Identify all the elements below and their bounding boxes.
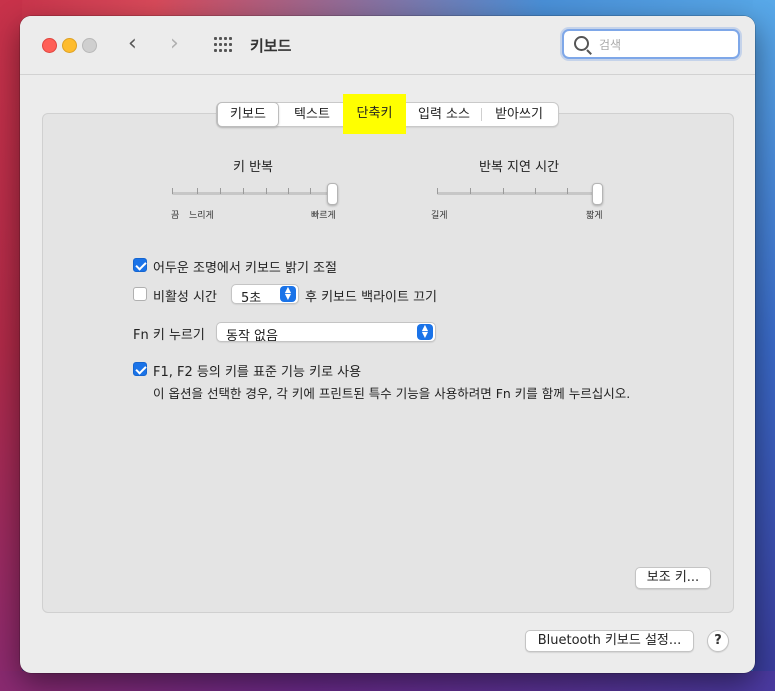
close-button[interactable] bbox=[42, 38, 57, 53]
backlight-time-popup[interactable]: 5초 ▲ ▼ bbox=[231, 284, 299, 306]
backlight-time-value: 5초 bbox=[241, 291, 262, 306]
delay-repeat-title: 반복 지연 시간 bbox=[479, 160, 560, 175]
delay-long-label: 길게 bbox=[431, 211, 448, 221]
function-keys-label: F1, F2 등의 키를 표준 기능 키로 사용 bbox=[153, 365, 362, 380]
slider-tick bbox=[266, 188, 267, 194]
preferences-window: ‹ › 키보드 키보드 텍스트 단축키 입력 소스 받아쓰기 키 반복 끔 느리… bbox=[20, 16, 755, 673]
key-repeat-knob[interactable] bbox=[327, 183, 338, 205]
function-keys-description: 이 옵션을 선택한 경우, 각 키에 프린트된 특수 기능을 사용하려면 Fn … bbox=[153, 386, 631, 401]
delay-short-label: 짧게 bbox=[586, 211, 603, 221]
search-field[interactable] bbox=[562, 29, 740, 59]
delay-repeat-knob[interactable] bbox=[592, 183, 603, 205]
slider-tick bbox=[197, 188, 198, 194]
key-repeat-fast-label: 빠르게 bbox=[311, 211, 336, 221]
tab-dictation[interactable]: 받아쓰기 bbox=[482, 103, 556, 126]
fn-key-popup[interactable]: 동작 없음 ▲ ▼ bbox=[216, 322, 436, 344]
popup-arrows-icon: ▲ ▼ bbox=[280, 286, 296, 302]
window-title: 키보드 bbox=[250, 37, 292, 55]
function-keys-checkbox[interactable] bbox=[133, 362, 147, 376]
tab-bar: 키보드 텍스트 단축키 입력 소스 받아쓰기 bbox=[216, 94, 559, 134]
key-repeat-title: 키 반복 bbox=[233, 160, 274, 175]
fn-key-value: 동작 없음 bbox=[226, 329, 278, 344]
minimize-button[interactable] bbox=[62, 38, 77, 53]
backlight-label-before: 비활성 시간 bbox=[153, 290, 217, 305]
delay-repeat-track[interactable] bbox=[437, 192, 601, 195]
slider-tick bbox=[220, 188, 221, 194]
backlight-checkbox[interactable] bbox=[133, 287, 147, 301]
backlight-label-after: 후 키보드 백라이트 끄기 bbox=[305, 290, 437, 305]
slider-tick bbox=[437, 188, 438, 194]
modifier-keys-button[interactable]: 보조 키... bbox=[635, 567, 711, 589]
search-icon bbox=[574, 36, 589, 51]
slider-tick bbox=[310, 188, 311, 194]
title-bar: ‹ › 키보드 bbox=[20, 16, 755, 75]
forward-arrow-icon[interactable]: › bbox=[170, 33, 179, 55]
zoom-button[interactable] bbox=[82, 38, 97, 53]
tab-keyboard[interactable]: 키보드 bbox=[217, 102, 279, 127]
slider-tick bbox=[503, 188, 504, 194]
tab-input-sources[interactable]: 입력 소스 bbox=[407, 103, 481, 126]
show-all-grid-icon[interactable] bbox=[214, 37, 234, 52]
key-repeat-slow-label: 느리게 bbox=[189, 211, 214, 221]
slider-tick bbox=[288, 188, 289, 194]
tab-shortcuts[interactable]: 단축키 bbox=[343, 94, 406, 134]
slider-tick bbox=[243, 188, 244, 194]
brightness-checkbox[interactable] bbox=[133, 258, 147, 272]
back-arrow-icon[interactable]: ‹ bbox=[128, 33, 137, 55]
search-input[interactable] bbox=[597, 35, 731, 55]
bluetooth-setup-button[interactable]: Bluetooth 키보드 설정... bbox=[525, 630, 694, 652]
slider-tick bbox=[535, 188, 536, 194]
fn-key-label: Fn 키 누르기 bbox=[133, 328, 205, 343]
slider-tick bbox=[172, 188, 173, 194]
popup-arrows-icon: ▲ ▼ bbox=[417, 324, 433, 340]
help-button[interactable]: ? bbox=[707, 630, 729, 652]
key-repeat-off-label: 끔 bbox=[171, 211, 180, 221]
slider-tick bbox=[567, 188, 568, 194]
slider-tick bbox=[470, 188, 471, 194]
brightness-label: 어두운 조명에서 키보드 밝기 조절 bbox=[153, 261, 337, 276]
tab-text[interactable]: 텍스트 bbox=[281, 103, 343, 126]
